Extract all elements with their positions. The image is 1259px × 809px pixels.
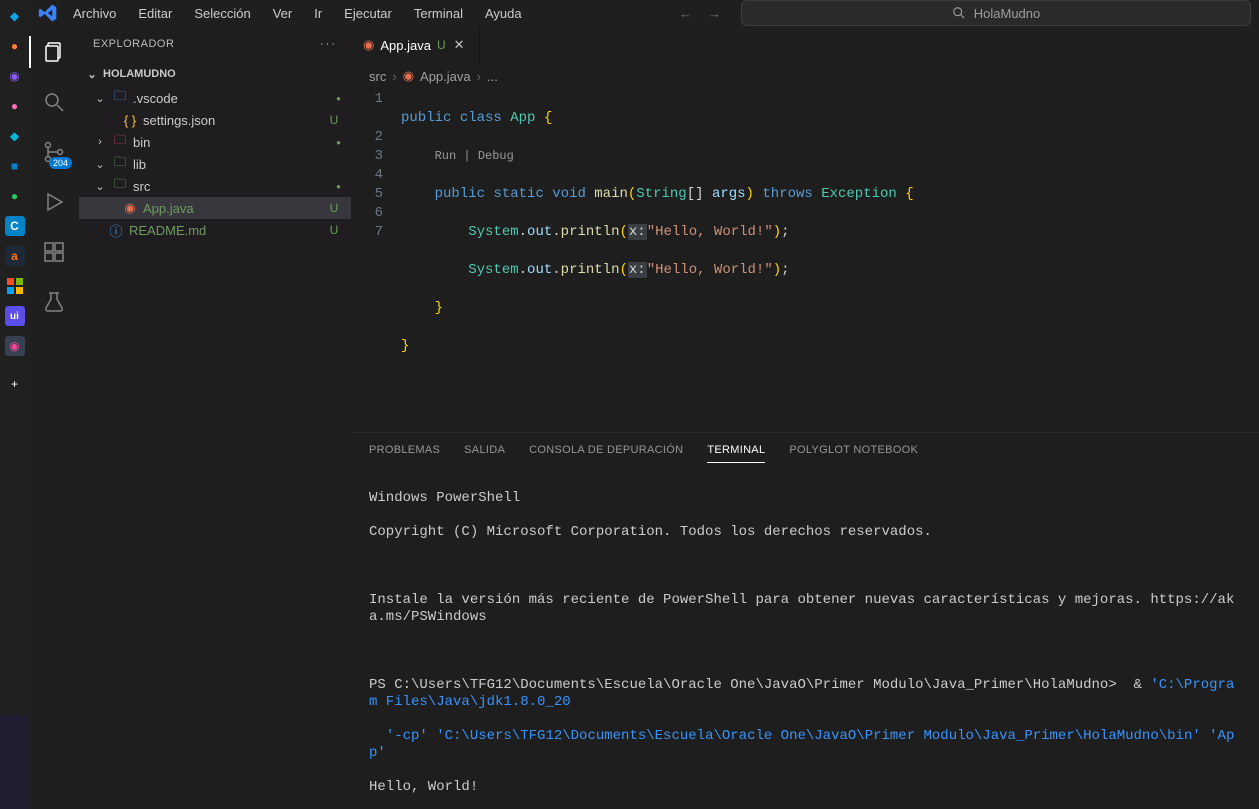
activity-explorer-icon[interactable] [40,38,68,66]
code-content[interactable]: public class App { Run | Debug public st… [401,88,1259,432]
tree-folder-bin[interactable]: › 🗀 bin ● [79,131,351,153]
tree-file-readme[interactable]: ⓘ README.md U [79,219,351,241]
taskbar-icon[interactable]: ◉ [5,66,25,86]
breadcrumb[interactable]: src › ◉ App.java › ... [351,64,1259,88]
chevron-down-icon: ⌄ [93,180,107,193]
menu-ver[interactable]: Ver [265,2,301,25]
scm-badge: 204 [49,157,72,169]
taskbar-icon[interactable]: ui [5,306,25,326]
vscode-window: Archivo Editar Selección Ver Ir Ejecutar… [29,0,1259,715]
menu-archivo[interactable]: Archivo [65,2,124,25]
search-icon [952,6,966,20]
git-status: U [327,223,341,237]
terminal-output[interactable]: Windows PowerShell Copyright (C) Microso… [351,467,1259,809]
tree-file-settings[interactable]: { } settings.json U [79,109,351,131]
command-center[interactable]: HolaMudno [741,0,1251,26]
codelens-run-debug[interactable]: Run | Debug [435,149,514,163]
taskbar-add-icon[interactable]: + [5,374,25,394]
tree-file-app-java[interactable]: ◉ App.java U [79,197,351,219]
editor-tabs: ◉ App.java U ✕ [351,26,1259,64]
menu-ir[interactable]: Ir [306,2,330,25]
taskbar-icon[interactable]: ● [5,96,25,116]
file-tree: ⌄ 🗀 .vscode ● { } settings.json U › 🗀 bi… [79,87,351,241]
modified-dot-icon: ● [336,138,341,147]
close-icon[interactable]: ✕ [452,35,467,55]
tab-app-java[interactable]: ◉ App.java U ✕ [351,26,480,64]
explorer-title: EXPLORADOR ··· [79,26,351,61]
panel-tab-salida[interactable]: SALIDA [464,438,505,462]
java-icon: ◉ [403,68,414,84]
taskbar-icon[interactable]: C [5,216,25,236]
info-icon: ⓘ [107,221,125,240]
menu-ayuda[interactable]: Ayuda [477,2,530,25]
java-icon: ◉ [363,37,374,53]
code-editor[interactable]: 1 234567 public class App { Run | Debug … [351,88,1259,432]
chevron-down-icon: ⌄ [93,92,107,105]
nav-arrows: ← → [679,6,721,21]
taskbar-icon[interactable]: ◉ [5,336,25,356]
panel-tab-polyglot[interactable]: POLYGLOT NOTEBOOK [789,438,918,462]
menu-ejecutar[interactable]: Ejecutar [336,2,400,25]
modified-dot-icon: ● [336,182,341,191]
git-status: U [327,201,341,215]
activity-testing-icon[interactable] [40,288,68,316]
activity-run-debug-icon[interactable] [40,188,68,216]
menu-seleccion[interactable]: Selección [186,2,258,25]
activity-bar: 204 [29,26,79,809]
activity-extensions-icon[interactable] [40,238,68,266]
os-taskbar: ◆ ● ◉ ● ◆ ■ ● C a ui ◉ + [0,0,29,715]
menu-editar[interactable]: Editar [130,2,180,25]
line-numbers: 1 234567 [351,88,401,432]
taskbar-icon[interactable]: ◆ [5,126,25,146]
chevron-right-icon: › [93,136,107,148]
more-icon[interactable]: ··· [320,38,337,50]
panel-tabs: PROBLEMAS SALIDA CONSOLA DE DEPURACIÓN T… [351,433,1259,467]
json-icon: { } [121,113,139,128]
nav-back-icon[interactable]: ← [679,6,692,21]
modified-dot-icon: ● [336,94,341,103]
editor-area: ◉ App.java U ✕ src › ◉ App.java › ... 1 … [351,26,1259,809]
taskbar-icon[interactable]: ● [5,36,25,56]
taskbar-icon[interactable]: ■ [5,156,25,176]
tree-folder-src[interactable]: ⌄ 🗀 src ● [79,175,351,197]
folder-icon: 🗀 [111,87,129,109]
nav-forward-icon[interactable]: → [708,6,721,21]
folder-icon: 🗀 [111,153,129,175]
project-header[interactable]: ⌄ HOLAMUDNO [79,61,351,87]
activity-search-icon[interactable] [40,88,68,116]
vscode-logo-icon [37,2,59,24]
titlebar: Archivo Editar Selección Ver Ir Ejecutar… [29,0,1259,26]
git-status: U [437,38,446,52]
menu-terminal[interactable]: Terminal [406,2,471,25]
panel-tab-problemas[interactable]: PROBLEMAS [369,438,440,462]
java-icon: ◉ [121,200,139,216]
git-status: U [327,113,341,127]
panel-tab-consola[interactable]: CONSOLA DE DEPURACIÓN [529,438,683,462]
folder-icon: 🗀 [111,131,129,153]
search-text: HolaMudno [974,6,1041,21]
taskbar-icon[interactable]: ● [5,186,25,206]
bottom-panel: PROBLEMAS SALIDA CONSOLA DE DEPURACIÓN T… [351,432,1259,809]
activity-source-control-icon[interactable]: 204 [40,138,68,166]
taskbar-icon[interactable]: ◆ [5,6,25,26]
taskbar-icon[interactable] [5,276,25,296]
tree-folder-lib[interactable]: ⌄ 🗀 lib [79,153,351,175]
panel-tab-terminal[interactable]: TERMINAL [707,438,765,463]
chevron-down-icon: ⌄ [93,158,107,171]
taskbar-icon[interactable]: a [5,246,25,266]
tree-folder-vscode[interactable]: ⌄ 🗀 .vscode ● [79,87,351,109]
chevron-down-icon: ⌄ [85,68,99,81]
folder-icon: 🗀 [111,175,129,197]
explorer-sidebar: EXPLORADOR ··· ⌄ HOLAMUDNO ⌄ 🗀 .vscode ●… [79,26,351,809]
